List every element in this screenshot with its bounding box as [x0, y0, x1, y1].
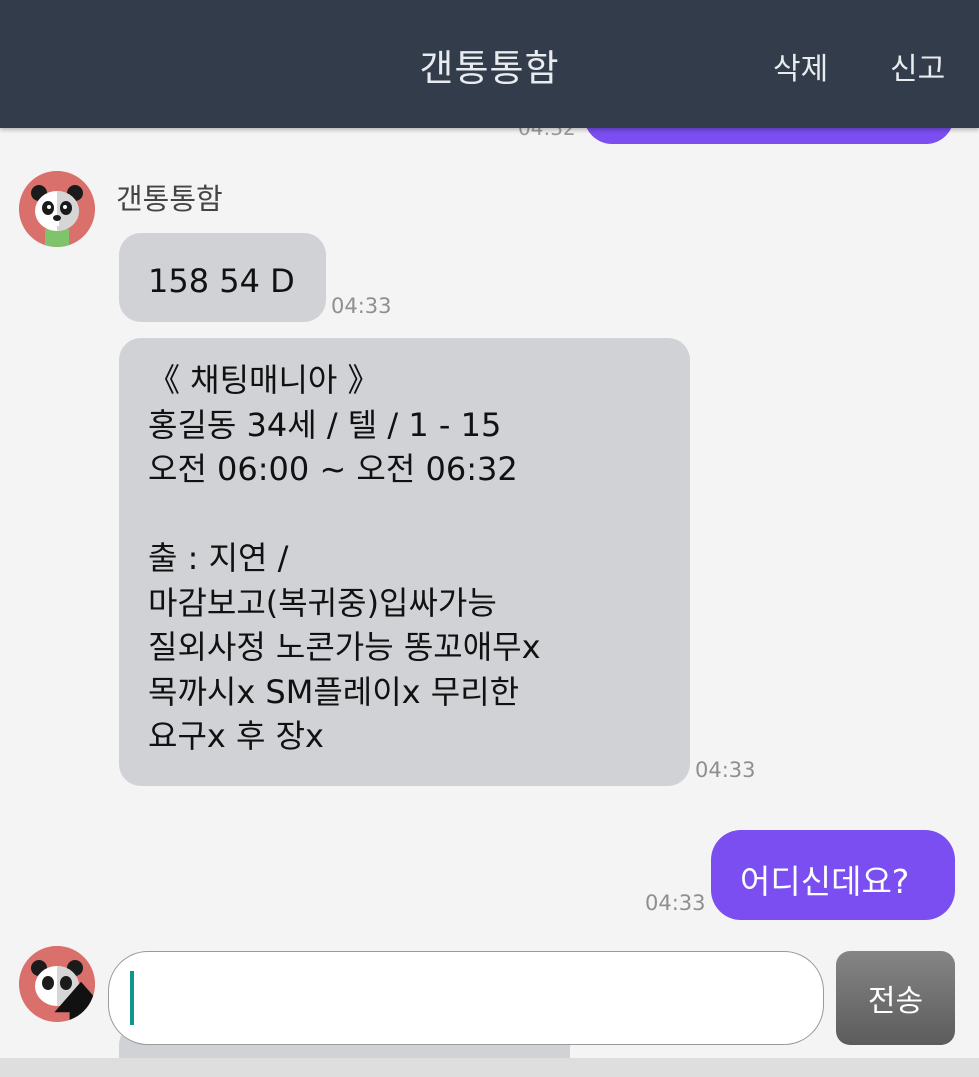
- incoming-message-bubble[interactable]: 《 채팅매니아 》 홍길동 34세 / 텔 / 1 - 15 오전 06:00 …: [119, 338, 690, 786]
- upload-button[interactable]: [19, 946, 95, 1022]
- upload-arrow-icon: [54, 981, 95, 1022]
- bottom-edge: [0, 1058, 979, 1077]
- chat-header: 갠통통함 삭제 신고: [0, 0, 979, 128]
- text-cursor: [130, 971, 134, 1025]
- message-input[interactable]: [108, 951, 824, 1045]
- message-time: 04:33: [695, 758, 756, 782]
- outgoing-message-bubble[interactable]: 어디신데요?: [711, 830, 955, 920]
- sender-name: 갠통통함: [116, 182, 223, 216]
- chat-title: 갠통통함: [419, 47, 560, 90]
- composer-bar: 전송: [0, 938, 979, 1058]
- previous-message-time: 04:32: [518, 128, 576, 140]
- incoming-message-bubble[interactable]: 158 54 D: [119, 233, 326, 322]
- send-button[interactable]: 전송: [836, 951, 955, 1045]
- sender-avatar[interactable]: [19, 171, 95, 247]
- panda-avatar-icon: [19, 171, 95, 247]
- message-time: 04:33: [331, 294, 392, 318]
- message-list[interactable]: 04:32 갠통통함 158 54 D 04:33 《 채팅매니아 》 홍길동 …: [0, 128, 979, 1077]
- previous-outgoing-bubble: [584, 128, 954, 144]
- message-time: 04:33: [645, 891, 706, 915]
- delete-button[interactable]: 삭제: [773, 44, 828, 88]
- report-button[interactable]: 신고: [890, 44, 945, 88]
